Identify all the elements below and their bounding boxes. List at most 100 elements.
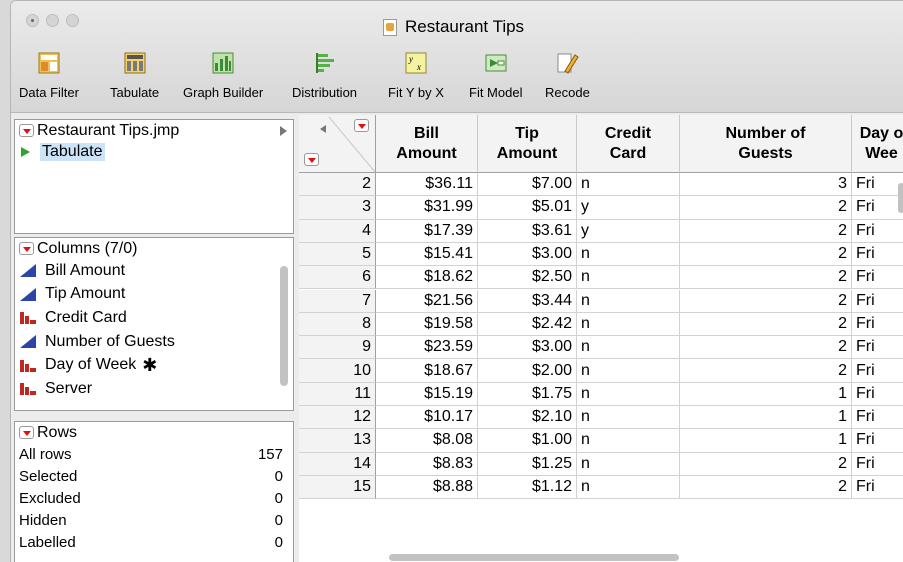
table-cell[interactable]: y bbox=[577, 219, 680, 243]
table-cell[interactable]: n bbox=[577, 475, 680, 500]
table-cell[interactable]: n bbox=[577, 382, 680, 406]
column-item[interactable]: Number of Guests bbox=[15, 330, 293, 354]
row-number[interactable]: 12 bbox=[299, 406, 376, 430]
row-number[interactable]: 8 bbox=[299, 312, 376, 337]
table-row[interactable]: 13 $8.08 $1.00 n 1 Fri bbox=[299, 429, 903, 453]
columns-panel-header[interactable]: Columns (7/0) bbox=[15, 238, 293, 259]
table-cell[interactable]: n bbox=[577, 312, 680, 337]
table-cell[interactable]: $31.99 bbox=[376, 196, 478, 220]
table-cell[interactable]: 2 bbox=[680, 359, 852, 383]
close-window-button[interactable] bbox=[26, 14, 39, 27]
toolbar-fit-y-by-x-button[interactable]: y x Fit Y by X bbox=[388, 51, 444, 100]
table-cell[interactable]: $3.61 bbox=[478, 219, 577, 243]
table-cell[interactable]: $2.50 bbox=[478, 266, 577, 290]
table-cell[interactable]: $18.62 bbox=[376, 266, 478, 290]
table-panel-header[interactable]: Restaurant Tips.jmp bbox=[15, 120, 293, 141]
grid-horizontal-scrollbar[interactable] bbox=[389, 554, 679, 561]
table-cell[interactable]: $3.44 bbox=[478, 289, 577, 313]
red-triangle-menu-icon[interactable] bbox=[19, 124, 34, 137]
table-cell[interactable]: 2 bbox=[680, 266, 852, 290]
rows-panel-header[interactable]: Rows bbox=[15, 422, 293, 443]
table-cell[interactable]: Fri bbox=[852, 429, 903, 453]
column-item[interactable]: Tip Amount bbox=[15, 283, 293, 307]
table-cell[interactable]: $8.83 bbox=[376, 452, 478, 476]
red-triangle-menu-icon[interactable] bbox=[19, 242, 34, 255]
table-cell[interactable]: $21.56 bbox=[376, 289, 478, 313]
row-number[interactable]: 13 bbox=[299, 429, 376, 453]
table-cell[interactable]: $1.75 bbox=[478, 382, 577, 406]
table-cell[interactable]: 1 bbox=[680, 406, 852, 430]
row-number[interactable]: 3 bbox=[299, 196, 376, 220]
table-row[interactable]: 14 $8.83 $1.25 n 2 Fri bbox=[299, 452, 903, 476]
table-cell[interactable]: Fri bbox=[852, 406, 903, 430]
table-row[interactable]: 12 $10.17 $2.10 n 1 Fri bbox=[299, 406, 903, 430]
columns-scrollbar[interactable] bbox=[280, 266, 288, 386]
column-item[interactable]: Bill Amount bbox=[15, 259, 293, 283]
table-row[interactable]: 4 $17.39 $3.61 y 2 Fri bbox=[299, 219, 903, 243]
row-number[interactable]: 9 bbox=[299, 336, 376, 360]
table-cell[interactable]: Fri bbox=[852, 196, 903, 220]
toolbar-distribution-button[interactable]: Distribution bbox=[292, 51, 357, 100]
toolbar-graph-builder-button[interactable]: Graph Builder bbox=[183, 51, 263, 100]
column-header[interactable]: Credit Card bbox=[577, 115, 680, 173]
table-cell[interactable]: $36.11 bbox=[376, 173, 478, 197]
table-cell[interactable]: $18.67 bbox=[376, 359, 478, 383]
table-cell[interactable]: 2 bbox=[680, 196, 852, 220]
grid-vertical-scrollbar[interactable] bbox=[898, 183, 903, 213]
expand-arrow-icon[interactable] bbox=[280, 126, 287, 136]
zoom-window-button[interactable] bbox=[66, 14, 79, 27]
table-cell[interactable]: Fri bbox=[852, 266, 903, 290]
table-cell[interactable]: 2 bbox=[680, 242, 852, 267]
run-script-icon[interactable] bbox=[21, 146, 30, 157]
table-row[interactable]: 10 $18.67 $2.00 n 2 Fri bbox=[299, 359, 903, 383]
column-item[interactable]: Day of Week ✱ bbox=[15, 353, 293, 377]
row-number[interactable]: 5 bbox=[299, 242, 376, 267]
row-number[interactable]: 14 bbox=[299, 452, 376, 476]
table-cell[interactable]: $15.41 bbox=[376, 242, 478, 267]
table-row[interactable]: 7 $21.56 $3.44 n 2 Fri bbox=[299, 289, 903, 313]
toolbar-fit-model-button[interactable]: Fit Model bbox=[469, 51, 522, 100]
row-number[interactable]: 15 bbox=[299, 475, 376, 500]
row-number[interactable]: 7 bbox=[299, 289, 376, 313]
table-cell[interactable]: 3 bbox=[680, 173, 852, 197]
toolbar-recode-button[interactable]: Recode bbox=[545, 51, 590, 100]
table-row[interactable]: 9 $23.59 $3.00 n 2 Fri bbox=[299, 336, 903, 360]
table-cell[interactable]: Fri bbox=[852, 383, 903, 406]
table-row[interactable]: 6 $18.62 $2.50 n 2 Fri bbox=[299, 266, 903, 290]
table-cell[interactable]: n bbox=[577, 266, 680, 290]
columns-red-triangle-icon[interactable] bbox=[354, 119, 369, 132]
toolbar-tabulate-button[interactable]: Tabulate bbox=[110, 51, 159, 100]
table-cell[interactable]: $15.19 bbox=[376, 382, 478, 406]
table-cell[interactable]: 2 bbox=[680, 312, 852, 337]
table-row[interactable]: 15 $8.88 $1.12 n 2 Fri bbox=[299, 475, 903, 500]
table-row[interactable]: 3 $31.99 $5.01 y 2 Fri bbox=[299, 196, 903, 220]
table-cell[interactable]: n bbox=[577, 336, 680, 360]
table-cell[interactable]: $3.00 bbox=[478, 242, 577, 267]
row-number[interactable]: 4 bbox=[299, 219, 376, 243]
table-cell[interactable]: n bbox=[577, 289, 680, 313]
table-cell[interactable]: n bbox=[577, 173, 680, 197]
table-row[interactable]: 11 $15.19 $1.75 n 1 Fri bbox=[299, 382, 903, 406]
table-cell[interactable]: Fri bbox=[852, 476, 903, 500]
table-cell[interactable]: $1.00 bbox=[478, 429, 577, 453]
table-cell[interactable]: $2.42 bbox=[478, 312, 577, 337]
table-cell[interactable]: $19.58 bbox=[376, 312, 478, 337]
table-cell[interactable]: $1.25 bbox=[478, 452, 577, 476]
table-cell[interactable]: $7.00 bbox=[478, 173, 577, 197]
minimize-window-button[interactable] bbox=[46, 14, 59, 27]
column-header[interactable]: Bill Amount bbox=[376, 115, 478, 173]
table-cell[interactable]: n bbox=[577, 242, 680, 267]
table-cell[interactable]: n bbox=[577, 359, 680, 383]
table-cell[interactable]: 2 bbox=[680, 475, 852, 500]
row-number[interactable]: 2 bbox=[299, 173, 376, 197]
table-cell[interactable]: $1.12 bbox=[478, 475, 577, 500]
red-triangle-menu-icon[interactable] bbox=[19, 426, 34, 439]
table-cell[interactable]: Fri bbox=[852, 290, 903, 313]
column-header[interactable]: Tip Amount bbox=[478, 115, 577, 173]
table-cell[interactable]: 2 bbox=[680, 336, 852, 360]
table-cell[interactable]: n bbox=[577, 429, 680, 453]
row-number[interactable]: 11 bbox=[299, 382, 376, 406]
table-cell[interactable]: 2 bbox=[680, 452, 852, 476]
table-row[interactable]: 8 $19.58 $2.42 n 2 Fri bbox=[299, 312, 903, 337]
table-cell[interactable]: Fri bbox=[852, 243, 903, 267]
